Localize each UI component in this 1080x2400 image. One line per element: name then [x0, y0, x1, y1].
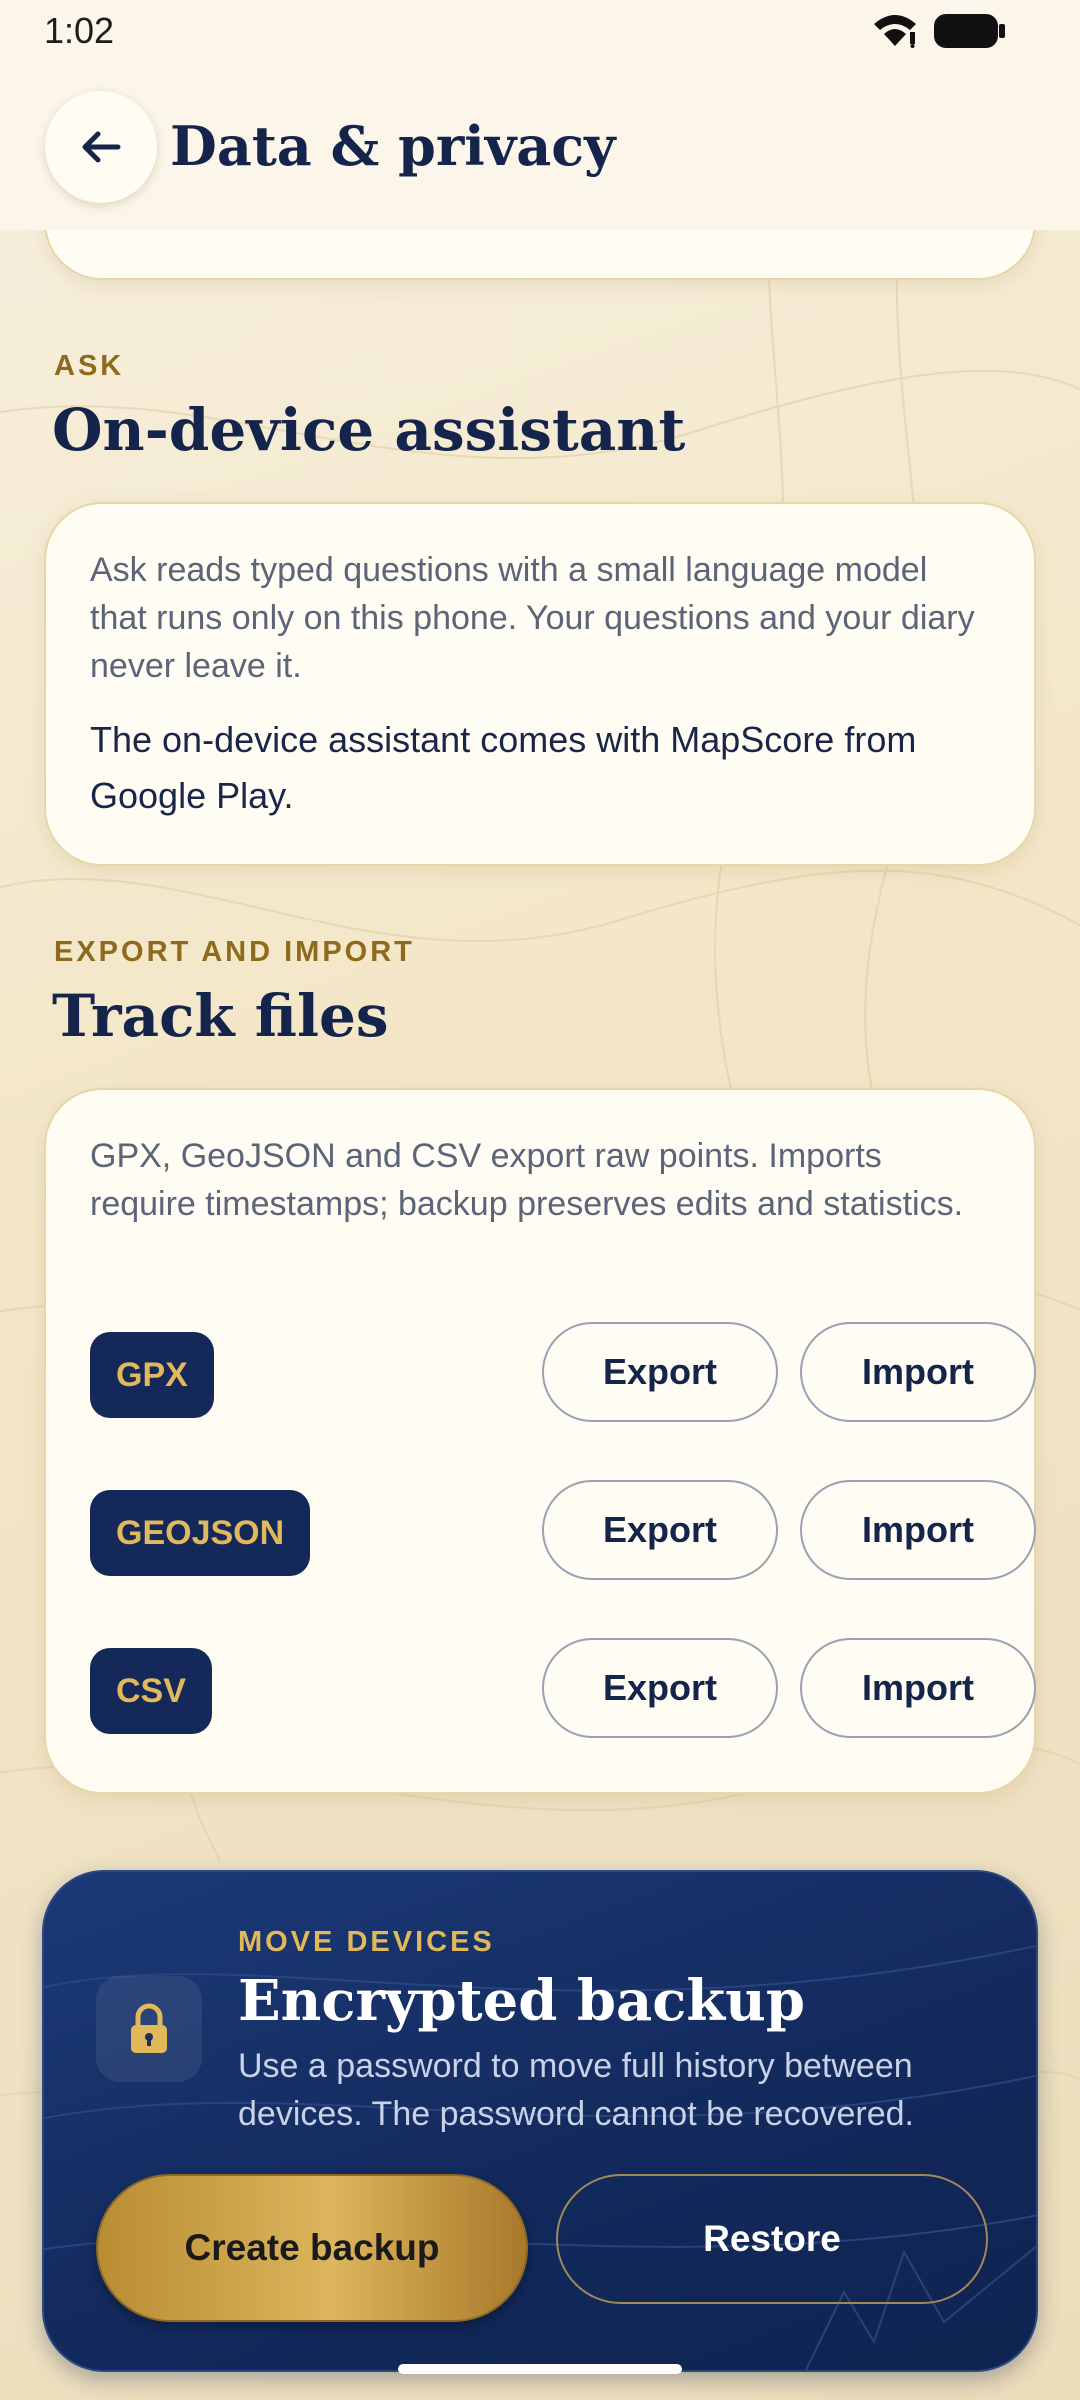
ask-eyebrow: ASK — [54, 350, 125, 382]
format-chip-csv: CSV — [90, 1648, 212, 1734]
import-csv-button[interactable]: Import — [800, 1638, 1036, 1738]
back-button[interactable] — [45, 91, 157, 203]
battery-icon — [934, 14, 1005, 48]
scroll-content[interactable]: ASK On-device assistant Ask reads typed … — [0, 0, 1080, 2400]
format-row-gpx: GPX Export Import — [90, 1322, 1036, 1422]
status-bar: 1:02 — [0, 0, 1080, 62]
page-title: Data & privacy — [170, 114, 616, 178]
status-time: 1:02 — [44, 10, 115, 51]
export-geojson-button[interactable]: Export — [542, 1480, 778, 1580]
encrypted-backup-card: MOVE DEVICES Encrypted backup Use a pass… — [42, 1870, 1038, 2372]
track-files-description: GPX, GeoJSON and CSV export raw points. … — [90, 1137, 964, 1223]
lock-icon — [131, 2003, 167, 2053]
format-chip-gpx: GPX — [90, 1332, 214, 1418]
lock-badge — [96, 1976, 202, 2082]
ask-section-title: On-device assistant — [52, 396, 686, 464]
track-files-eyebrow: EXPORT AND IMPORT — [54, 936, 415, 968]
track-files-card: GPX, GeoJSON and CSV export raw points. … — [44, 1088, 1036, 1794]
import-geojson-button[interactable]: Import — [800, 1480, 1036, 1580]
backup-title: Encrypted backup — [238, 1968, 806, 2034]
app-bar: Data & privacy — [0, 62, 1080, 230]
import-gpx-button[interactable]: Import — [800, 1322, 1036, 1422]
ask-availability-note: The on-device assistant comes with MapSc… — [90, 719, 917, 816]
format-row-geojson: GEOJSON Export Import — [90, 1480, 1036, 1580]
export-gpx-button[interactable]: Export — [542, 1322, 778, 1422]
backup-description: Use a password to move full history betw… — [238, 2047, 914, 2133]
format-row-csv: CSV Export Import — [90, 1638, 1036, 1738]
home-indicator[interactable] — [398, 2364, 682, 2374]
restore-button[interactable]: Restore — [556, 2174, 988, 2304]
arrow-left-icon — [82, 131, 121, 163]
backup-eyebrow: MOVE DEVICES — [238, 1926, 495, 1958]
format-chip-geojson: GEOJSON — [90, 1490, 311, 1576]
ask-card: Ask reads typed questions with a small l… — [44, 502, 1036, 866]
track-files-title: Track files — [52, 982, 389, 1050]
create-backup-button[interactable]: Create backup — [96, 2174, 528, 2322]
wifi-icon — [874, 15, 916, 48]
ask-description: Ask reads typed questions with a small l… — [90, 551, 975, 685]
export-csv-button[interactable]: Export — [542, 1638, 778, 1738]
